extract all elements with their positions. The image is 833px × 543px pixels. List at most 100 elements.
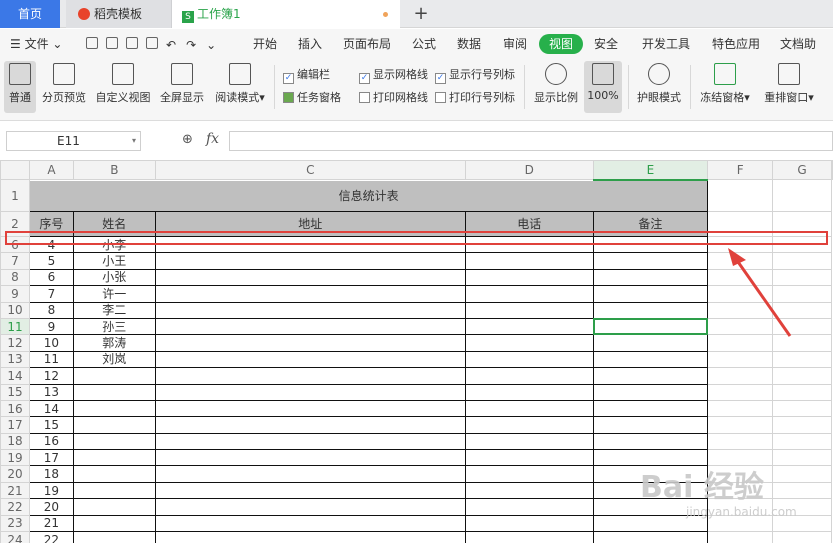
print-gridlines-checkbox[interactable]: 打印网格线 (359, 90, 428, 106)
phone-cell[interactable] (464, 383, 594, 401)
phone-cell[interactable] (464, 514, 594, 533)
address-cell[interactable] (154, 432, 466, 451)
address-cell[interactable] (154, 449, 466, 467)
column-header[interactable] (831, 160, 833, 180)
show-headings-checkbox[interactable]: ✓ 显示行号列标 (435, 67, 515, 84)
seq-cell[interactable]: 11 (28, 350, 74, 369)
export-icon[interactable] (106, 37, 118, 49)
select-all-corner[interactable] (0, 160, 30, 180)
seq-cell[interactable]: 21 (28, 514, 74, 533)
phone-cell[interactable] (464, 465, 594, 483)
phone-cell[interactable] (464, 367, 594, 385)
address-cell[interactable] (154, 301, 466, 319)
name-cell[interactable]: 小李 (72, 235, 156, 254)
formula-input[interactable] (229, 131, 833, 151)
cell[interactable] (772, 399, 832, 418)
cell[interactable] (772, 481, 832, 500)
address-cell[interactable] (154, 317, 466, 336)
column-header[interactable]: F (707, 160, 774, 180)
address-cell[interactable] (154, 367, 466, 385)
address-cell[interactable] (154, 252, 466, 270)
note-cell[interactable] (592, 399, 709, 418)
phone-cell[interactable] (464, 268, 594, 287)
seq-cell[interactable]: 20 (28, 498, 74, 516)
row-header[interactable]: 2 (0, 211, 30, 237)
note-cell[interactable] (592, 531, 709, 543)
header-cell[interactable]: 地址 (154, 211, 466, 237)
cell[interactable] (707, 317, 774, 336)
print-preview-icon[interactable] (146, 37, 158, 49)
cell[interactable] (707, 416, 774, 434)
row-header[interactable]: 14 (0, 367, 30, 385)
function-icon[interactable]: fx (206, 131, 219, 147)
phone-cell[interactable] (464, 416, 594, 434)
zoom-100-button[interactable]: 100% (584, 61, 622, 113)
header-cell[interactable]: 电话 (464, 211, 594, 237)
row-header[interactable]: 12 (0, 334, 30, 352)
name-cell[interactable] (72, 367, 156, 385)
phone-cell[interactable] (464, 531, 594, 543)
address-cell[interactable] (154, 465, 466, 483)
note-cell[interactable] (592, 252, 709, 270)
address-cell[interactable] (154, 481, 466, 500)
cell[interactable] (772, 211, 832, 237)
note-cell[interactable] (592, 514, 709, 533)
show-gridlines-checkbox[interactable]: ✓ 显示网格线 (359, 67, 428, 84)
phone-cell[interactable] (464, 449, 594, 467)
phone-cell[interactable] (464, 399, 594, 418)
name-cell[interactable]: 李二 (72, 301, 156, 319)
redo-icon[interactable]: ↷ (186, 38, 196, 52)
full-screen-button[interactable]: 全屏显示 (158, 61, 206, 113)
row-header[interactable]: 22 (0, 498, 30, 516)
cell[interactable] (772, 179, 832, 212)
menu-view[interactable]: 视图 (539, 34, 584, 54)
column-header[interactable]: B (72, 160, 156, 180)
cell[interactable] (772, 252, 832, 270)
cell[interactable] (707, 498, 774, 516)
name-cell[interactable] (72, 399, 156, 418)
row-header[interactable]: 9 (0, 285, 30, 303)
tab-templates[interactable]: 稻壳模板 (66, 0, 172, 28)
save-icon[interactable] (86, 37, 98, 49)
seq-cell[interactable]: 7 (28, 285, 74, 303)
eye-protection-button[interactable]: 护眼模式 (634, 61, 684, 113)
name-cell[interactable] (72, 498, 156, 516)
seq-cell[interactable]: 22 (28, 531, 74, 543)
menu-start[interactable]: 开始 (253, 29, 277, 59)
cell[interactable] (772, 350, 832, 369)
phone-cell[interactable] (464, 432, 594, 451)
cell[interactable] (772, 449, 832, 467)
arrange-windows-button[interactable]: 重排窗口▾ (760, 61, 818, 113)
column-header[interactable]: C (154, 160, 466, 180)
seq-cell[interactable]: 18 (28, 465, 74, 483)
phone-cell[interactable] (464, 235, 594, 254)
seq-cell[interactable]: 17 (28, 449, 74, 467)
cell[interactable] (707, 350, 774, 369)
cell[interactable] (707, 268, 774, 287)
name-cell[interactable] (72, 449, 156, 467)
column-header[interactable]: D (464, 160, 594, 180)
custom-view-button[interactable]: 自定义视图 (94, 61, 152, 113)
note-cell[interactable] (592, 416, 709, 434)
row-header[interactable]: 24 (0, 531, 30, 543)
name-cell[interactable] (72, 432, 156, 451)
row-header[interactable]: 11 (0, 317, 30, 336)
name-cell[interactable] (72, 514, 156, 533)
address-cell[interactable] (154, 350, 466, 369)
address-cell[interactable] (154, 498, 466, 516)
cell[interactable] (772, 432, 832, 451)
menu-formulas[interactable]: 公式 (412, 29, 436, 59)
reading-mode-button[interactable]: 阅读模式▾ (212, 61, 268, 113)
note-cell[interactable] (592, 235, 709, 254)
cell[interactable] (707, 252, 774, 270)
note-cell[interactable] (592, 481, 709, 500)
cell[interactable] (772, 531, 832, 543)
tab-workbook[interactable]: S 工作簿1 (172, 0, 400, 28)
cell[interactable] (772, 383, 832, 401)
row-header[interactable]: 6 (0, 235, 30, 254)
print-icon[interactable] (126, 37, 138, 49)
row-header[interactable]: 17 (0, 416, 30, 434)
name-cell[interactable]: 郭涛 (72, 334, 156, 352)
cell[interactable] (772, 367, 832, 385)
seq-cell[interactable]: 10 (28, 334, 74, 352)
